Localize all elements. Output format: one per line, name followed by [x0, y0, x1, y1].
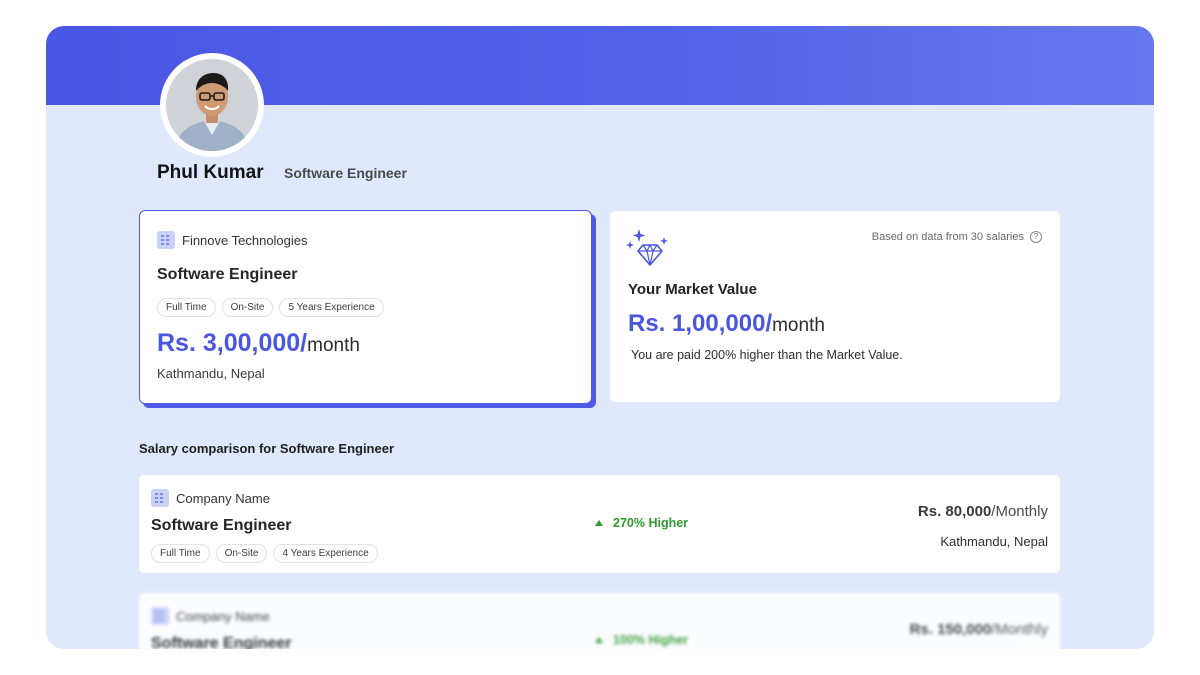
company-row: Company Name [151, 607, 270, 625]
salary-difference: 100% Higher [595, 633, 688, 647]
salary-difference-text: 100% Higher [613, 633, 689, 647]
avatar-photo [166, 59, 258, 151]
job-location: Kathmandu, Nepal [157, 366, 265, 381]
avatar[interactable] [160, 53, 264, 157]
tag-work-mode: On-Site [221, 298, 274, 317]
building-icon [151, 607, 169, 625]
row-salary-amount: Rs. 150,000 [909, 621, 992, 638]
company-row: Company Name [151, 489, 270, 507]
company-name: Company Name [176, 490, 270, 506]
row-salary-period: /Monthly [991, 503, 1048, 520]
market-data-source: Based on data from 30 salaries ? [872, 231, 1042, 243]
row-salary: Rs. 150,000/Monthly [910, 621, 1048, 638]
salary-difference-text: 270% Higher [613, 516, 689, 530]
company-name: Finnove Technologies [182, 232, 308, 248]
tag-work-mode: On-Site [215, 544, 268, 563]
profile-frame: Phul Kumar Software Engineer Finnove Tec… [46, 26, 1154, 649]
salary-amount: Rs. 3,00,000/ [157, 329, 308, 357]
building-icon [157, 231, 175, 249]
job-title: Software Engineer [151, 517, 292, 534]
salary-difference: 270% Higher [595, 516, 688, 530]
profile-role: Software Engineer [284, 165, 407, 181]
market-value-title: Your Market Value [628, 281, 757, 298]
row-location: Kathmandu, Nepal [940, 534, 1048, 549]
tag-employment-type: Full Time [151, 544, 210, 563]
company-row: Finnove Technologies [157, 231, 308, 249]
market-comparison-note: You are paid 200% higher than the Market… [631, 348, 903, 362]
market-salary-period: month [772, 315, 825, 336]
market-salary-amount: Rs. 1,00,000/ [628, 310, 773, 337]
salary-period: month [307, 335, 360, 356]
arrow-up-icon [595, 637, 603, 643]
based-on-text: Based on data from 30 salaries [871, 231, 1024, 243]
diamond-icon [626, 229, 668, 266]
job-tags: Full Time On-Site 4 Years Experience [151, 544, 378, 563]
help-icon[interactable]: ? [1030, 231, 1042, 243]
tag-experience: 4 Years Experience [273, 544, 378, 563]
company-name: Company Name [176, 608, 270, 624]
job-title: Software Engineer [157, 266, 298, 283]
building-icon [151, 489, 169, 507]
comparison-heading: Salary comparison for Software Engineer [139, 441, 395, 456]
row-salary: Rs. 80,000/Monthly [918, 503, 1048, 520]
tag-experience: 5 Years Experience [279, 298, 384, 317]
market-salary: Rs. 1,00,000/month [628, 310, 825, 338]
profile-name: Phul Kumar [157, 162, 264, 183]
job-tags: Full Time On-Site 5 Years Experience [157, 298, 384, 317]
comparison-row[interactable]: Company Name Software Engineer Full Time… [139, 475, 1060, 573]
current-job-card[interactable]: Finnove Technologies Software Engineer F… [139, 210, 592, 404]
arrow-up-icon [595, 520, 603, 526]
job-title: Software Engineer [151, 635, 292, 649]
tag-employment-type: Full Time [157, 298, 216, 317]
row-salary-period: /Monthly [991, 621, 1048, 638]
market-value-card: Based on data from 30 salaries ? Your Ma… [610, 211, 1060, 402]
comparison-row[interactable]: Company Name Software Engineer 100% High… [139, 593, 1060, 649]
row-salary-amount: Rs. 80,000 [917, 503, 992, 520]
current-salary: Rs. 3,00,000/month [157, 329, 360, 358]
